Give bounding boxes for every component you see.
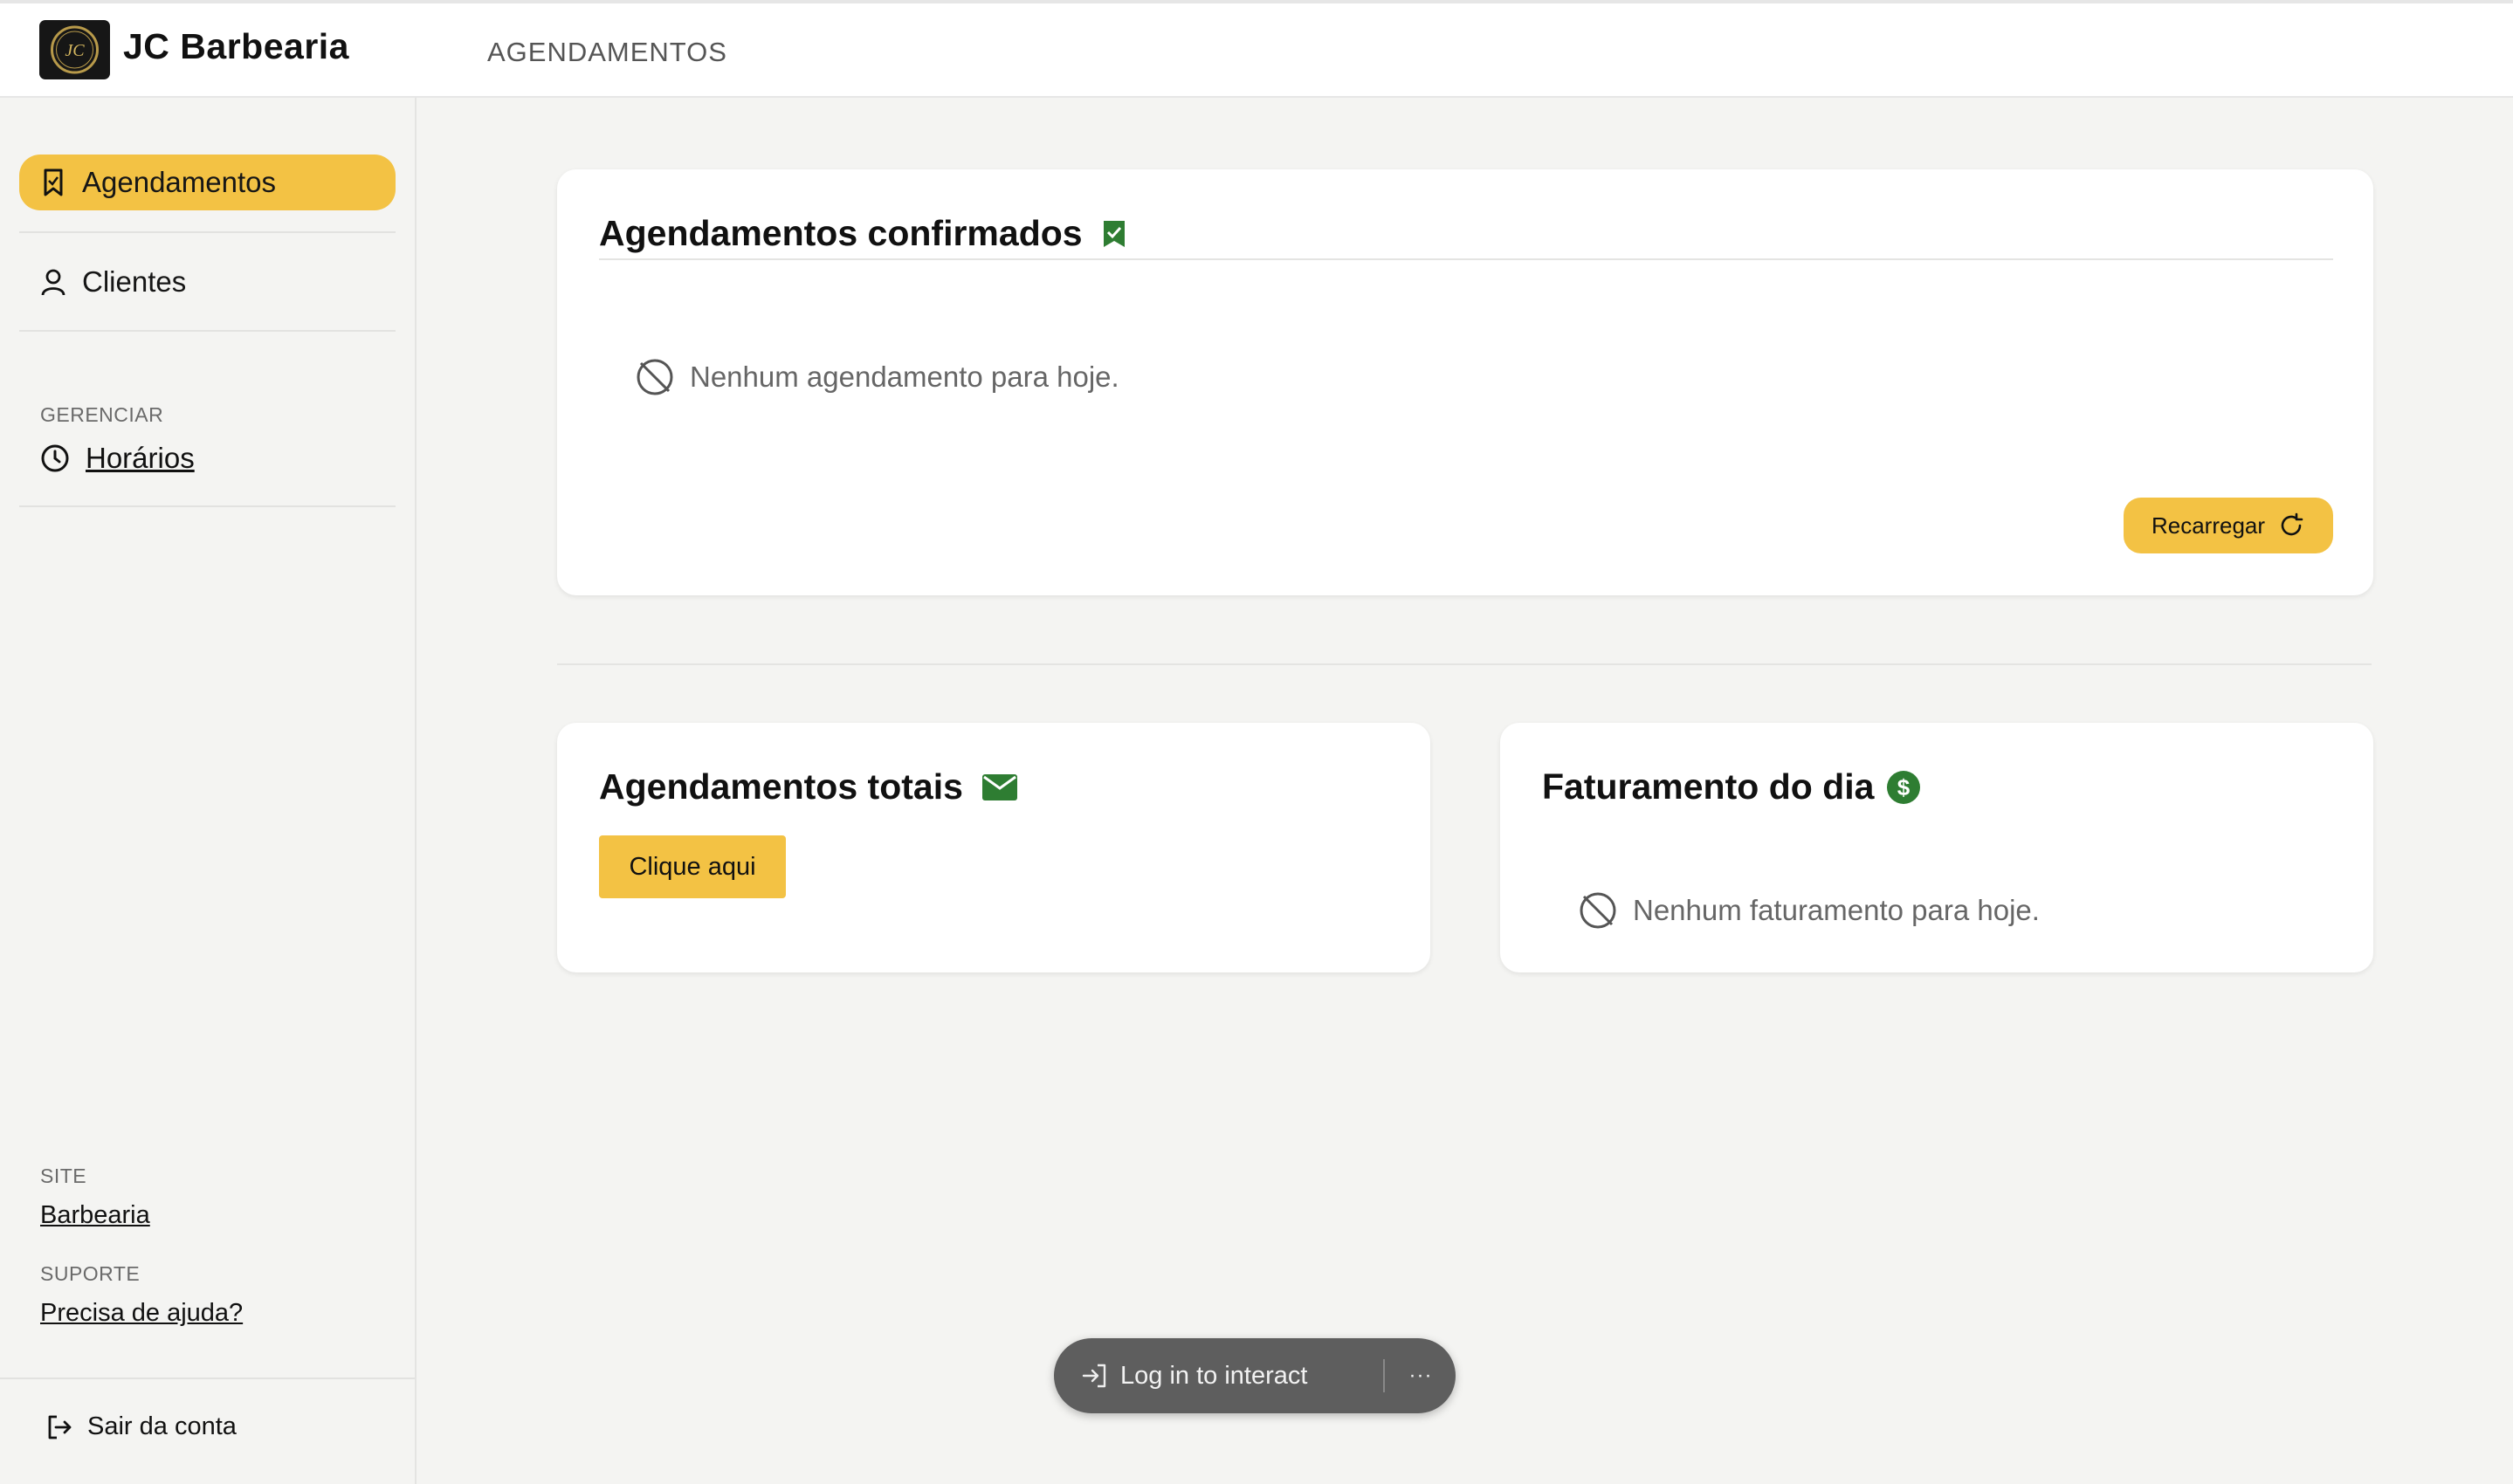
sidebar-item-label: Agendamentos [82, 166, 276, 198]
logout-button[interactable]: Sair da conta [45, 1412, 237, 1441]
blocked-icon [637, 359, 673, 395]
page-title: AGENDAMENTOS [487, 37, 727, 67]
user-icon [41, 269, 65, 296]
sidebar-item-horarios[interactable]: Horários [19, 430, 396, 486]
logout-label: Sair da conta [87, 1412, 237, 1440]
sidebar-item-label: Clientes [82, 265, 187, 298]
floating-login-bar: Log in to interact ··· [1054, 1338, 1456, 1413]
sidebar-item-label: Horários [86, 442, 195, 474]
reload-button[interactable]: Recarregar [2124, 498, 2333, 553]
empty-state: Nenhum faturamento para hoje. [1577, 890, 2040, 931]
bookmark-check-icon [1103, 220, 1125, 247]
more-icon: ··· [1408, 1364, 1433, 1387]
card-title: Agendamentos confirmados [599, 213, 1126, 254]
mail-icon [981, 773, 1017, 800]
empty-state-text: Nenhum agendamento para hoje. [690, 361, 1119, 393]
section-label-gerenciar: GERENCIAR [40, 403, 164, 426]
brand-header: JC JC Barbearia [0, 3, 417, 98]
card-title: Faturamento do dia $ [1542, 766, 1921, 807]
card-title-text: Agendamentos confirmados [599, 213, 1083, 253]
confirmed-appointments-card: Agendamentos confirmados Nenhum agendame… [557, 169, 2373, 595]
sidebar-item-clientes[interactable]: Clientes [19, 254, 396, 310]
divider [0, 1378, 415, 1379]
card-title-text: Faturamento do dia [1542, 766, 1875, 807]
refresh-icon [2281, 512, 2303, 536]
reload-label: Recarregar [2151, 512, 2266, 539]
help-link[interactable]: Precisa de ajuda? [40, 1299, 243, 1328]
site-link[interactable]: Barbearia [40, 1201, 150, 1230]
revenue-card: Faturamento do dia $ Nenhum faturamento … [1500, 723, 2373, 972]
more-options-button[interactable]: ··· [1399, 1338, 1442, 1413]
divider [19, 231, 396, 233]
login-icon [1082, 1364, 1106, 1388]
click-here-label: Clique aqui [629, 852, 756, 881]
title-divider [599, 258, 2333, 260]
sidebar: JC JC Barbearia Agendamentos Clientes GE… [0, 3, 417, 1484]
divider [19, 505, 396, 507]
blocked-icon [1580, 892, 1616, 929]
section-label-site: SITE [40, 1165, 87, 1187]
section-label-suporte: SUPORTE [40, 1262, 141, 1285]
section-divider [557, 663, 2372, 665]
svg-text:$: $ [1897, 774, 1911, 800]
login-button[interactable]: Log in to interact [1080, 1338, 1307, 1413]
top-header: AGENDAMENTOS [417, 3, 2513, 98]
bookmark-icon [44, 168, 63, 196]
click-here-button[interactable]: Clique aqui [599, 835, 786, 898]
clock-icon [41, 444, 69, 472]
empty-state-text: Nenhum faturamento para hoje. [1633, 894, 2040, 926]
sidebar-item-agendamentos[interactable]: Agendamentos [19, 155, 396, 210]
card-title: Agendamentos totais [599, 766, 1017, 807]
pill-divider [1383, 1359, 1385, 1392]
login-label: Log in to interact [1120, 1361, 1308, 1390]
empty-state: Nenhum agendamento para hoje. [634, 356, 1119, 398]
brand-name: JC Barbearia [123, 26, 349, 66]
logout-icon [48, 1415, 72, 1439]
brand-logo[interactable]: JC [39, 20, 110, 79]
dollar-icon: $ [1887, 770, 1921, 804]
divider [19, 330, 396, 332]
card-title-text: Agendamentos totais [599, 766, 963, 807]
total-appointments-card: Agendamentos totais Clique aqui [557, 723, 1430, 972]
svg-text:JC: JC [65, 41, 85, 60]
